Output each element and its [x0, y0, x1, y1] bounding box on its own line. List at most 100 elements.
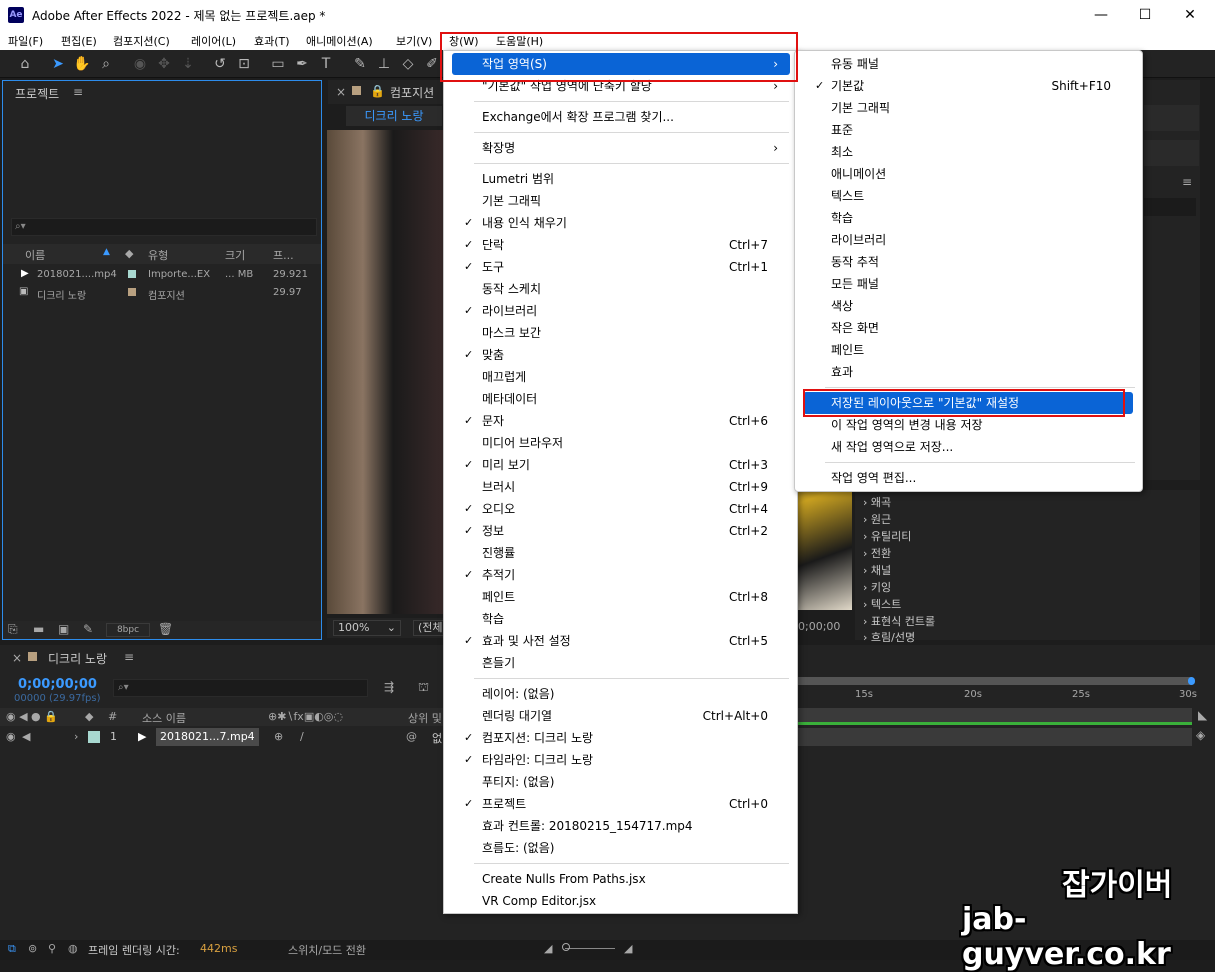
menu-item[interactable]: Exchange에서 확장 프로그램 찾기...: [452, 106, 790, 128]
menu-file[interactable]: 파일(F): [8, 33, 43, 49]
menu-item[interactable]: ✓ 문자 Ctrl+6: [452, 410, 790, 432]
composition-subtab[interactable]: 디크리 노랑: [346, 106, 442, 126]
menu-item[interactable]: ✓ 도구 Ctrl+1: [452, 256, 790, 278]
shy-switch-icon[interactable]: ⊕: [274, 730, 283, 743]
timeline-nav-icon[interactable]: ◈: [1196, 728, 1210, 744]
menu-item[interactable]: 마스크 보간: [452, 322, 790, 344]
menu-item[interactable]: 확장명 ›: [452, 137, 790, 159]
menu-item[interactable]: 흐름도: (없음): [452, 837, 790, 859]
rectangle-tool-icon[interactable]: ▭: [268, 54, 288, 74]
stretch-icon[interactable]: ◍: [68, 942, 78, 955]
menu-item[interactable]: 유동 패널: [803, 53, 1133, 75]
interpret-footage-icon[interactable]: ⎘: [8, 622, 18, 637]
zoom-slider-handle[interactable]: [562, 943, 570, 951]
menu-item[interactable]: 기본 그래픽: [452, 190, 790, 212]
effects-search-input[interactable]: [1144, 198, 1196, 216]
menu-item[interactable]: ✓ 라이브러리: [452, 300, 790, 322]
menu-item[interactable]: 학습: [803, 207, 1133, 229]
selection-tool-icon[interactable]: ➤: [48, 54, 68, 74]
menu-edit[interactable]: 편집(E): [61, 33, 97, 49]
project-row[interactable]: ▣ 디크리 노랑 컴포지션 29.97: [3, 284, 321, 302]
layer-name[interactable]: 2018021...7.mp4: [156, 728, 259, 746]
menu-item[interactable]: Create Nulls From Paths.jsx: [452, 868, 790, 890]
column-size[interactable]: 크기: [225, 247, 245, 263]
menu-item[interactable]: 렌더링 대기열 Ctrl+Alt+0: [452, 705, 790, 727]
menu-item[interactable]: 동작 추적: [803, 251, 1133, 273]
effect-category[interactable]: › 왜곡: [863, 494, 891, 510]
toggle-switches-modes-button[interactable]: 스위치/모드 전환: [288, 942, 366, 958]
menu-item[interactable]: 브러시 Ctrl+9: [452, 476, 790, 498]
layer-duration-bar[interactable]: [797, 728, 1192, 746]
menu-animation[interactable]: 애니메이션(A): [306, 33, 373, 49]
comp-mini-flowchart-icon[interactable]: ⇶: [384, 680, 394, 694]
menu-item[interactable]: 흔들기: [452, 652, 790, 674]
hand-tool-icon[interactable]: ✋: [72, 54, 92, 74]
zoom-select[interactable]: 100% ⌄: [333, 620, 401, 636]
column-parent[interactable]: 상위 및: [408, 710, 442, 726]
menu-item[interactable]: ✓ 미리 보기 Ctrl+3: [452, 454, 790, 476]
effect-category[interactable]: › 전환: [863, 545, 891, 561]
menu-item[interactable]: 학습: [452, 608, 790, 630]
eraser-tool-icon[interactable]: ◇: [398, 54, 418, 74]
menu-item[interactable]: 동작 스케치: [452, 278, 790, 300]
menu-item[interactable]: ✓ 맞춤: [452, 344, 790, 366]
parent-value[interactable]: 없: [432, 730, 442, 746]
menu-item[interactable]: ✓ 효과 및 사전 설정 Ctrl+5: [452, 630, 790, 652]
roto-tool-icon[interactable]: ✐: [422, 54, 442, 74]
menu-layer[interactable]: 레이어(L): [191, 33, 236, 49]
home-icon[interactable]: ⌂: [15, 54, 35, 74]
layer-switch-icon[interactable]: ⧉: [8, 942, 16, 956]
project-search-input[interactable]: ⌕▾: [11, 218, 317, 236]
draft-3d-icon[interactable]: ⛫: [418, 680, 429, 696]
anchor-tool-icon[interactable]: ⊡: [234, 54, 254, 74]
work-area-bar[interactable]: [797, 677, 1192, 685]
menu-item[interactable]: VR Comp Editor.jsx: [452, 890, 790, 912]
orbit-tool-icon[interactable]: ◉: [130, 54, 150, 74]
menu-item[interactable]: 메타데이터: [452, 388, 790, 410]
zoom-in-icon[interactable]: ◢: [624, 942, 632, 955]
type-tool-icon[interactable]: T: [316, 54, 336, 74]
menu-item[interactable]: 레이어: (없음): [452, 683, 790, 705]
stamp-tool-icon[interactable]: ⊥: [374, 54, 394, 74]
menu-item[interactable]: 기본 그래픽: [803, 97, 1133, 119]
effect-category[interactable]: › 표현식 컨트롤: [863, 613, 935, 629]
close-tab-icon[interactable]: ×: [336, 85, 346, 99]
label-color-swatch[interactable]: [128, 270, 136, 278]
effect-category[interactable]: › 흐림/선명: [863, 629, 915, 645]
menu-item[interactable]: 이 작업 영역의 변경 내용 저장: [803, 414, 1133, 436]
menu-composition[interactable]: 컴포지션(C): [113, 33, 170, 49]
zoom-slider[interactable]: [565, 948, 615, 949]
effect-category[interactable]: › 유틸리티: [863, 528, 911, 544]
timeline-search-input[interactable]: ⌕▾: [113, 679, 368, 697]
menu-item[interactable]: ✓ 타임라인: 디크리 노랑: [452, 749, 790, 771]
adjust-icon[interactable]: ✎: [83, 622, 93, 636]
zoom-out-icon[interactable]: ◢: [544, 942, 552, 955]
menu-item[interactable]: 텍스트: [803, 185, 1133, 207]
composition-viewer[interactable]: [327, 130, 447, 614]
expand-icon[interactable]: ›: [74, 730, 78, 743]
panel-menu-icon[interactable]: ≡: [124, 650, 134, 664]
menu-item[interactable]: 라이브러리: [803, 229, 1133, 251]
in-out-icon[interactable]: ⚲: [48, 942, 56, 955]
menu-item[interactable]: 효과: [803, 361, 1133, 383]
menu-effect[interactable]: 효과(T): [254, 33, 290, 49]
time-ruler[interactable]: 15s 20s 25s 30s: [797, 677, 1197, 707]
new-composition-icon[interactable]: ▣: [58, 622, 69, 636]
menu-item[interactable]: 페인트 Ctrl+8: [452, 586, 790, 608]
pen-tool-icon[interactable]: ✒: [292, 54, 312, 74]
maximize-button[interactable]: ☐: [1130, 5, 1160, 25]
menu-item[interactable]: ✓ 정보 Ctrl+2: [452, 520, 790, 542]
menu-item[interactable]: 모든 패널: [803, 273, 1133, 295]
current-time-display[interactable]: 0;00;00;00: [18, 677, 97, 692]
effect-category[interactable]: › 채널: [863, 562, 891, 578]
menu-item[interactable]: ✓ 오디오 Ctrl+4: [452, 498, 790, 520]
trash-icon[interactable]: 🗑: [158, 622, 173, 636]
menu-item[interactable]: 진행률: [452, 542, 790, 564]
menu-item[interactable]: ✓ 기본값 Shift+F10: [803, 75, 1133, 97]
menu-item[interactable]: 작업 영역 편집...: [803, 467, 1133, 489]
rotate-tool-icon[interactable]: ↺: [210, 54, 230, 74]
menu-item[interactable]: 새 작업 영역으로 저장...: [803, 436, 1133, 458]
menu-item[interactable]: 미디어 브라우저: [452, 432, 790, 454]
pickwhip-icon[interactable]: @: [406, 730, 417, 743]
brush-tool-icon[interactable]: ✎: [350, 54, 370, 74]
